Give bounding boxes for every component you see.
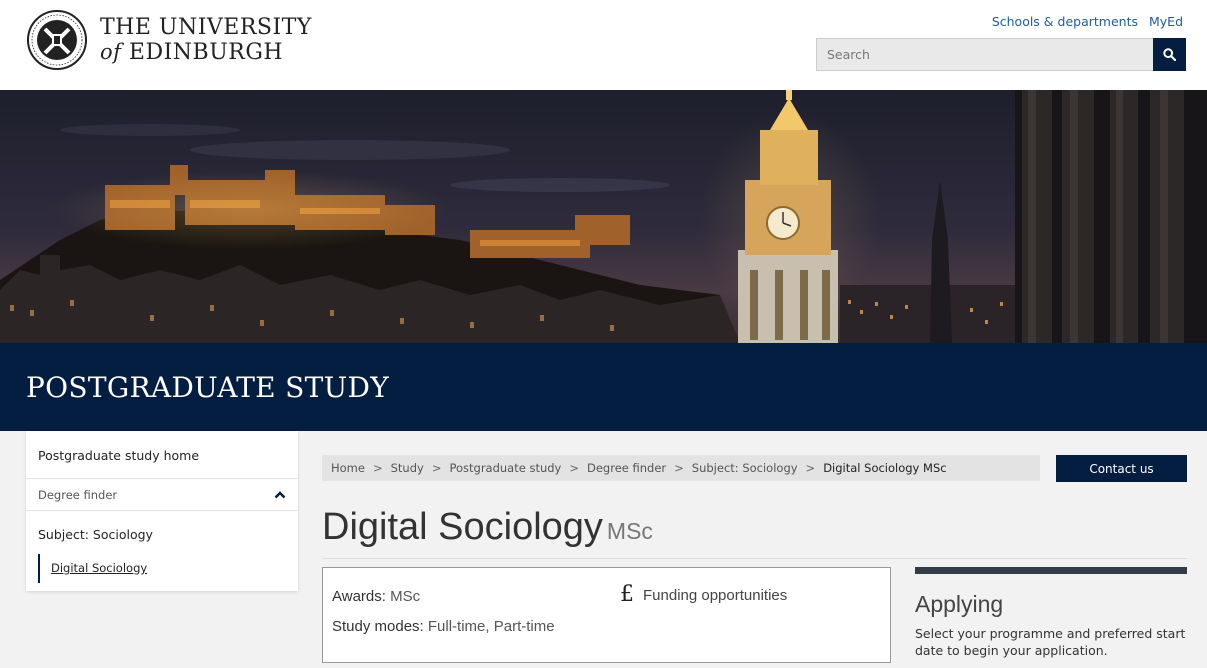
awards-row: Awards: MSc	[332, 588, 420, 605]
university-logo[interactable]: THE UNIVERSITY of EDINBURGH	[26, 9, 312, 71]
funding-label: Funding opportunities	[643, 586, 788, 604]
myed-link[interactable]: MyEd	[1149, 14, 1183, 29]
study-modes-value: Full-time, Part-time	[427, 618, 555, 635]
search-button[interactable]	[1153, 38, 1186, 71]
breadcrumb-separator: >	[805, 461, 816, 475]
applying-text: Select your programme and preferred star…	[915, 626, 1186, 658]
awards-label: Awards:	[332, 588, 386, 605]
programme-title: Digital Sociology	[322, 506, 603, 548]
sidebar-item-subject-sociology[interactable]: Subject: Sociology	[26, 511, 298, 554]
pound-icon: £	[620, 582, 634, 607]
breadcrumb-home[interactable]: Home	[331, 461, 365, 475]
title-divider	[322, 558, 1187, 559]
programme-info-box: Awards: MSc Study modes: Full-time, Part…	[322, 567, 891, 663]
sidebar-item-label: Degree finder	[38, 487, 118, 502]
applying-top-bar	[915, 567, 1187, 574]
sidebar-item-postgraduate-home[interactable]: Postgraduate study home	[26, 431, 298, 479]
breadcrumb-postgraduate-study[interactable]: Postgraduate study	[449, 461, 561, 475]
logo-line2-prefix: of	[100, 39, 122, 64]
site-header: THE UNIVERSITY of EDINBURGH Schools & de…	[0, 0, 1207, 90]
logo-line2-name: EDINBURGH	[128, 39, 284, 65]
awards-value: MSc	[390, 588, 421, 605]
sidebar-item-digital-sociology[interactable]: Digital Sociology	[38, 554, 286, 583]
search-input[interactable]	[816, 38, 1153, 71]
study-modes-row: Study modes: Full-time, Part-time	[332, 618, 555, 635]
logo-line1: THE UNIVERSITY	[100, 14, 312, 40]
site-search	[816, 38, 1186, 71]
breadcrumb-subject-sociology[interactable]: Subject: Sociology	[692, 461, 798, 475]
logo-wordmark: THE UNIVERSITY of EDINBURGH	[100, 14, 312, 65]
funding-opportunities-link[interactable]: £ Funding opportunities	[620, 584, 787, 606]
breadcrumb-separator: >	[431, 461, 442, 475]
section-banner: POSTGRADUATE STUDY	[0, 343, 1207, 431]
chevron-up-icon[interactable]	[274, 490, 286, 499]
breadcrumb-separator: >	[674, 461, 684, 475]
schools-departments-link[interactable]: Schools & departments	[992, 14, 1138, 29]
university-crest-icon	[27, 10, 87, 70]
sidebar-item-degree-finder[interactable]: Degree finder	[26, 479, 298, 511]
logo-line2: of EDINBURGH	[100, 40, 312, 65]
applying-panel: Applying Select your programme and prefe…	[915, 567, 1187, 659]
top-links: Schools & departments MyEd	[992, 14, 1183, 29]
breadcrumb-study[interactable]: Study	[391, 461, 424, 475]
hero-image	[0, 90, 1207, 343]
search-icon	[1163, 48, 1176, 61]
applying-heading: Applying	[915, 591, 1004, 617]
study-modes-label: Study modes:	[332, 618, 424, 635]
contact-us-button[interactable]: Contact us	[1056, 455, 1187, 482]
page-title: Digital Sociology MSc	[322, 506, 653, 549]
breadcrumb: Home > Study > Postgraduate study > Degree …	[322, 455, 1040, 481]
breadcrumb-separator: >	[372, 461, 383, 475]
sidebar-nav: Postgraduate study home Degree finder Su…	[26, 431, 298, 591]
breadcrumb-separator: >	[569, 461, 579, 475]
section-title: POSTGRADUATE STUDY	[26, 371, 390, 404]
breadcrumb-current: Digital Sociology MSc	[823, 461, 947, 475]
programme-award: MSc	[606, 518, 653, 544]
breadcrumb-degree-finder[interactable]: Degree finder	[587, 461, 666, 475]
sidebar-current-wrapper: Digital Sociology	[26, 554, 298, 591]
